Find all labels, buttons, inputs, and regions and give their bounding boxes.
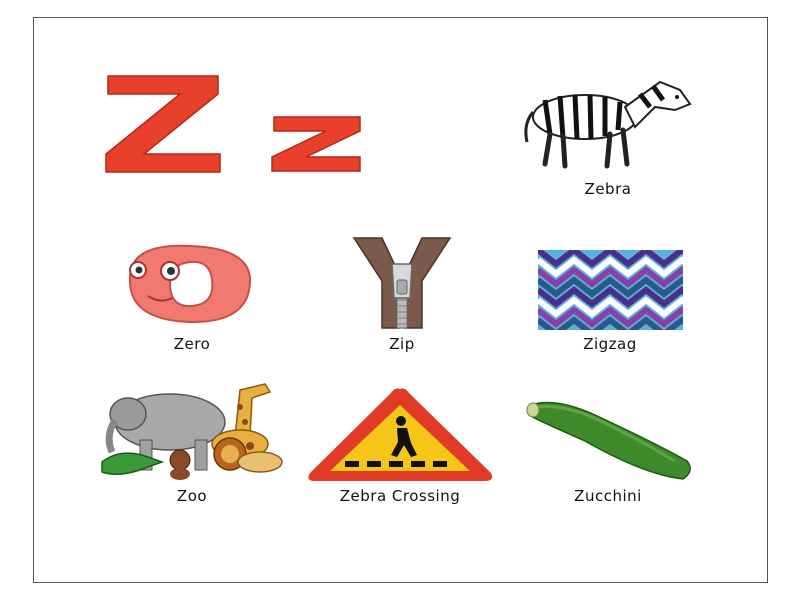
zoo-label: Zoo [176,487,208,505]
lowercase-z-letter [271,116,361,172]
uppercase-z-letter [105,75,221,173]
zucchini-icon [526,401,691,480]
zebra-label: Zebra [584,180,632,198]
zebra-crossing-sign-icon [308,388,493,481]
zip-label: Zip [389,335,415,353]
zoo-icon [101,383,283,480]
zucchini-label: Zucchini [574,487,642,505]
zigzag-label: Zigzag [583,335,637,353]
zebra-icon [524,80,692,169]
zigzag-icon [538,250,683,330]
zero-icon [128,244,252,324]
zebra-crossing-label: Zebra Crossing [339,487,461,505]
zero-label: Zero [173,335,211,353]
zip-icon [352,237,452,329]
